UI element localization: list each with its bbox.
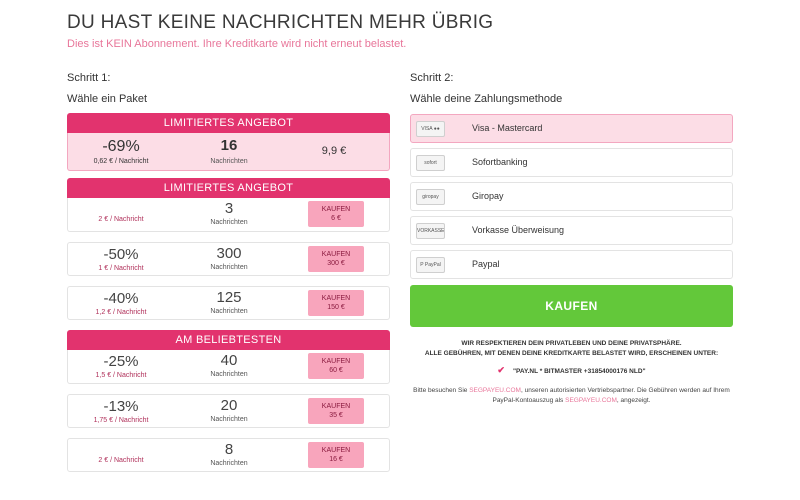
buy-button-price: 16 € (329, 456, 343, 463)
package-row[interactable]: 2 € / Nachricht 3 Nachrichten KAUFEN 6 € (67, 198, 390, 232)
limited-offer-banner: LIMITIERTES ANGEBOT (67, 178, 390, 198)
privacy-notice: WIR RESPEKTIEREN DEIN PRIVATLEBEN UND DE… (410, 339, 733, 359)
package-price-per-message: 0,62 € / Nachricht (93, 158, 149, 165)
step-1-heading: Schritt 1: (67, 72, 111, 84)
buy-package-button[interactable]: KAUFEN 6 € (308, 201, 364, 227)
buy-button-price: 6 € (331, 215, 341, 222)
step-2-header: Schritt 2: Wähle deine Zahlungsmethode (410, 71, 733, 106)
package-count-label: Nachrichten (210, 460, 248, 467)
payment-option-sofortbanking[interactable]: sofort Sofortbanking (410, 148, 733, 177)
package-row-selected[interactable]: -69% 0,62 € / Nachricht 16 Nachrichten 9… (67, 133, 390, 171)
page-title: DU HAST KEINE NACHRICHTEN MEHR ÜBRIG (67, 12, 494, 33)
package-discount: -13% (103, 398, 139, 415)
package-count-label: Nachrichten (210, 416, 248, 423)
payment-option-label: Sofortbanking (472, 157, 528, 167)
billing-descriptor: ✔ "PAY.NL * BITMASTER +31854000176 NLD" (410, 365, 733, 376)
package-row[interactable]: -25% 1,5 € / Nachricht 40 Nachrichten KA… (67, 350, 390, 384)
package-count-label: Nachrichten (210, 219, 248, 226)
sofort-logo-icon: sofort (416, 155, 445, 171)
step-2-heading: Schritt 2: (410, 72, 454, 84)
buy-button-label: KAUFEN (321, 251, 351, 258)
payment-option-giropay[interactable]: giropay Giropay (410, 182, 733, 211)
package-row[interactable]: 2 € / Nachricht 8 Nachrichten KAUFEN 16 … (67, 438, 390, 472)
buy-button-label: KAUFEN (321, 358, 351, 365)
footnote-text: Bitte besuchen Sie (413, 387, 470, 394)
payment-option-label: Visa - Mastercard (472, 123, 543, 133)
package-price-per-message: 1 € / Nachricht (98, 265, 144, 272)
package-price-per-message: 1,5 € / Nachricht (95, 372, 147, 379)
package-price: 9,9 € (321, 145, 347, 157)
buy-package-button[interactable]: KAUFEN 35 € (308, 398, 364, 424)
step-2-subheading: Wähle deine Zahlungsmethode (410, 93, 563, 105)
payment-option-label: Giropay (472, 191, 504, 201)
package-price-per-message: 2 € / Nachricht (98, 216, 144, 223)
buy-button-label: KAUFEN (321, 403, 351, 410)
billing-name: "PAY.NL * BITMASTER +31854000176 NLD" (512, 368, 646, 375)
buy-button-label: KAUFEN (321, 447, 351, 454)
package-message-count: 3 (224, 200, 234, 217)
payment-option-paypal[interactable]: P PayPal Paypal (410, 250, 733, 279)
payment-option-label: Paypal (472, 259, 500, 269)
package-message-count: 8 (224, 441, 234, 458)
partner-footnote: Bitte besuchen Sie SEGPAYEU.COM, unseren… (410, 386, 733, 406)
package-price-per-message: 2 € / Nachricht (98, 457, 144, 464)
package-message-count: 20 (220, 397, 238, 414)
buy-package-button[interactable]: KAUFEN 16 € (308, 442, 364, 468)
most-popular-banner: AM BELIEBTESTEN (67, 330, 390, 350)
privacy-line-1: WIR RESPEKTIEREN DEIN PRIVATLEBEN UND DE… (461, 340, 682, 347)
buy-button-price: 150 € (327, 304, 345, 311)
privacy-line-2: ALLE GEBÜHREN, MIT DENEN DEINE KREDITKAR… (424, 350, 719, 357)
package-price-per-message: 1,75 € / Nachricht (93, 417, 149, 424)
package-count-label: Nachrichten (210, 264, 248, 271)
buy-package-button[interactable]: KAUFEN 300 € (308, 246, 364, 272)
package-discount: -25% (103, 353, 139, 370)
buy-button-price: 60 € (329, 367, 343, 374)
giropay-logo-icon: giropay (416, 189, 445, 205)
step-1-header: Schritt 1: Wähle ein Paket (67, 71, 390, 106)
package-count-label: Nachrichten (210, 308, 248, 315)
page-subtitle: Dies ist KEIN Abonnement. Ihre Kreditkar… (67, 38, 407, 50)
checkout-buy-button[interactable]: KAUFEN (410, 285, 733, 327)
package-message-count: 125 (216, 289, 242, 306)
segpay-link[interactable]: SEGPAYEU.COM (565, 397, 617, 404)
package-count-label: Nachrichten (210, 158, 248, 165)
buy-package-button[interactable]: KAUFEN 60 € (308, 353, 364, 379)
package-row[interactable]: -13% 1,75 € / Nachricht 20 Nachrichten K… (67, 394, 390, 428)
paypal-logo-icon: P PayPal (416, 257, 445, 273)
footnote-text: , angezeigt. (616, 397, 651, 404)
buy-button-price: 300 € (327, 260, 345, 267)
limited-offer-banner: LIMITIERTES ANGEBOT (67, 113, 390, 133)
payment-method-list: VISA ●● Visa - Mastercard sofort Sofortb… (410, 114, 733, 284)
vorkasse-logo-icon: VORKASSE (416, 223, 445, 239)
package-discount: -69% (102, 138, 140, 155)
package-message-count: 40 (220, 352, 238, 369)
segpay-link[interactable]: SEGPAYEU.COM (469, 387, 521, 394)
package-price-per-message: 1,2 € / Nachricht (95, 309, 147, 316)
package-row[interactable]: -40% 1,2 € / Nachricht 125 Nachrichten K… (67, 286, 390, 320)
payment-option-vorkasse[interactable]: VORKASSE Vorkasse Überweisung (410, 216, 733, 245)
buy-button-label: KAUFEN (321, 295, 351, 302)
package-count-label: Nachrichten (210, 371, 248, 378)
visa-mastercard-logo-icon: VISA ●● (416, 121, 445, 137)
step-1-subheading: Wähle ein Paket (67, 93, 148, 105)
buy-package-button[interactable]: KAUFEN 150 € (308, 290, 364, 316)
package-discount: -50% (103, 246, 139, 263)
package-message-count: 16 (220, 137, 238, 154)
checkmark-icon: ✔ (497, 365, 505, 375)
payment-option-label: Vorkasse Überweisung (472, 225, 565, 235)
package-list: LIMITIERTES ANGEBOT -69% 0,62 € / Nachri… (67, 113, 390, 472)
package-discount: -40% (103, 290, 139, 307)
payment-option-visa-mastercard[interactable]: VISA ●● Visa - Mastercard (410, 114, 733, 143)
buy-button-label: KAUFEN (321, 206, 351, 213)
package-message-count: 300 (216, 245, 242, 262)
package-row[interactable]: -50% 1 € / Nachricht 300 Nachrichten KAU… (67, 242, 390, 276)
buy-button-price: 35 € (329, 412, 343, 419)
